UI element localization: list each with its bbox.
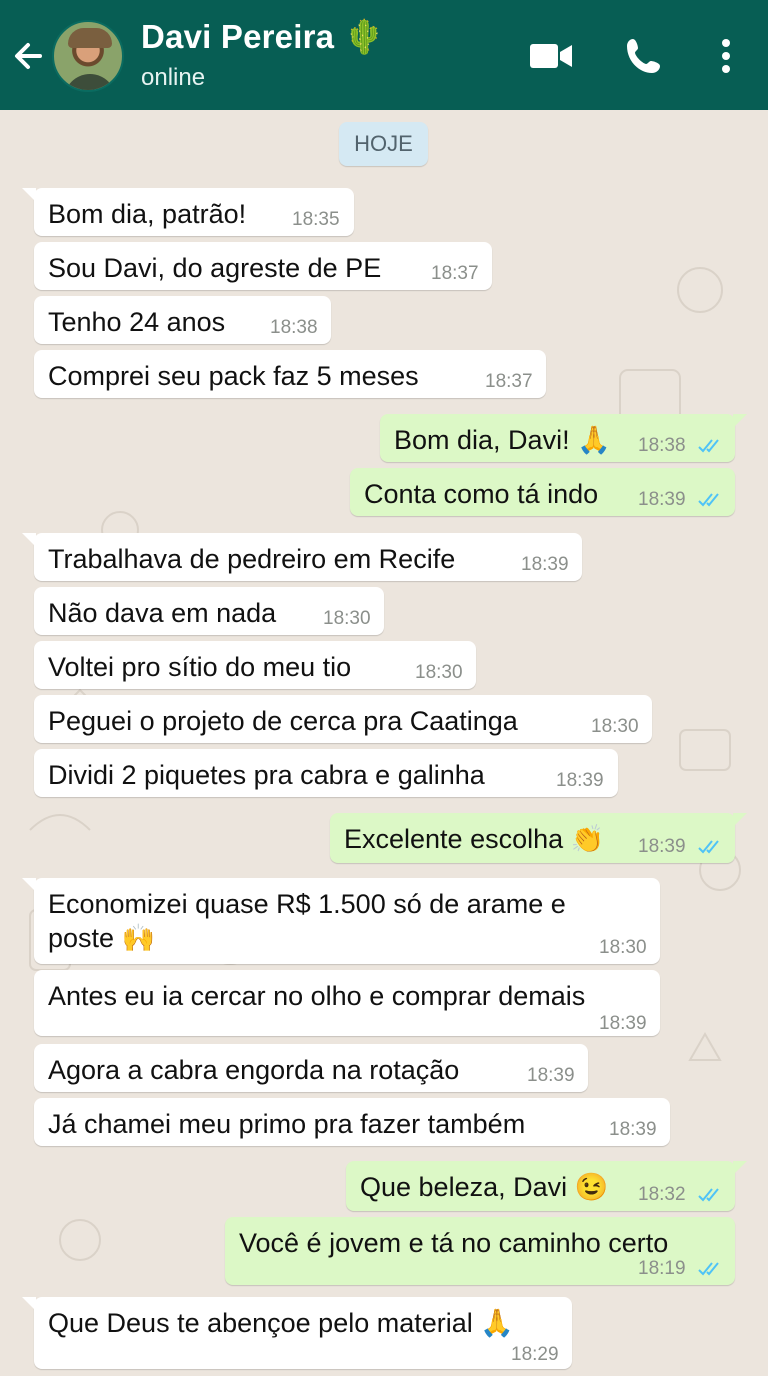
bubble-tail xyxy=(733,414,747,428)
message-time: 18:29 xyxy=(511,1344,559,1365)
message-time: 18:39 xyxy=(638,836,686,857)
message-bubble-outgoing[interactable]: Bom dia, Davi! 🙏 18:38 xyxy=(380,414,747,462)
message-time: 18:39 xyxy=(527,1065,575,1086)
message-bubble-incoming[interactable]: Peguei o projeto de cerca pra Caatinga 1… xyxy=(34,695,652,743)
message-text: Trabalhava de pedreiro em Recife xyxy=(48,544,456,574)
message-bubble-outgoing[interactable]: Conta como tá indo 18:39 xyxy=(350,468,735,516)
message-text: Não dava em nada xyxy=(48,598,277,628)
message-time: 18:39 xyxy=(609,1119,657,1140)
message-text: Você é jovem e tá no caminho certo xyxy=(239,1228,669,1258)
date-chip: HOJE xyxy=(339,122,428,166)
message-text: Voltei pro sítio do meu tio xyxy=(48,652,352,682)
message-text: Antes eu ia cercar no olho e comprar dem… xyxy=(48,981,586,1011)
message-time: 18:38 xyxy=(638,435,686,456)
bubble-tail xyxy=(733,813,747,827)
message-text: Excelente escolha 👏 xyxy=(344,824,605,854)
message-bubble-incoming[interactable]: Bom dia, patrão! 18:35 xyxy=(22,188,354,236)
message-time: 18:30 xyxy=(323,608,371,629)
double-check-icon xyxy=(698,493,719,507)
message-time: 18:30 xyxy=(415,662,463,683)
message-text: Dividi 2 piquetes pra cabra e galinha xyxy=(48,760,485,790)
message-time: 18:38 xyxy=(270,317,318,338)
double-check-icon xyxy=(698,1188,719,1202)
message-bubble-incoming[interactable]: Já chamei meu primo pra fazer também 18:… xyxy=(34,1098,670,1146)
message-time: 18:19 xyxy=(638,1258,686,1279)
message-text: Comprei seu pack faz 5 meses xyxy=(48,361,419,391)
message-bubble-incoming[interactable]: Antes eu ia cercar no olho e comprar dem… xyxy=(34,970,660,1036)
message-text: Que beleza, Davi 😉 xyxy=(360,1172,609,1202)
message-text: Tenho 24 anos xyxy=(48,307,226,337)
message-time: 18:37 xyxy=(431,263,479,284)
contact-status: online xyxy=(141,64,206,91)
message-text-line-1: Economizei quase R$ 1.500 só de arame e xyxy=(48,889,566,919)
phone-icon[interactable] xyxy=(624,36,664,76)
message-time: 18:39 xyxy=(521,554,569,575)
bubble-tail xyxy=(22,188,36,202)
message-text: Já chamei meu primo pra fazer também xyxy=(48,1109,526,1139)
message-bubble-incoming[interactable]: Dividi 2 piquetes pra cabra e galinha 18… xyxy=(34,749,618,797)
message-text: Agora a cabra engorda na rotação xyxy=(48,1055,460,1085)
message-bubble-outgoing[interactable]: Que beleza, Davi 😉 18:32 xyxy=(346,1161,747,1211)
bubble-tail xyxy=(22,878,36,892)
message-time: 18:30 xyxy=(591,716,639,737)
video-call-icon[interactable] xyxy=(528,36,574,76)
message-bubble-incoming[interactable]: Agora a cabra engorda na rotação 18:39 xyxy=(34,1044,588,1092)
avatar[interactable] xyxy=(52,20,124,92)
message-bubble-outgoing[interactable]: Excelente escolha 👏 18:39 xyxy=(330,813,747,863)
bubble-tail xyxy=(22,533,36,547)
message-bubble-incoming[interactable]: Que Deus te abençoe pelo material 🙏 18:2… xyxy=(22,1297,572,1369)
message-time: 18:35 xyxy=(292,209,340,230)
chat-header: Davi Pereira 🌵 online xyxy=(0,0,768,110)
contact-name[interactable]: Davi Pereira 🌵 xyxy=(141,18,385,57)
message-time: 18:37 xyxy=(485,371,533,392)
message-time: 18:39 xyxy=(638,489,686,510)
message-bubble-incoming[interactable]: Sou Davi, do agreste de PE 18:37 xyxy=(34,242,492,290)
message-bubble-incoming[interactable]: Comprei seu pack faz 5 meses 18:37 xyxy=(34,350,546,398)
message-text: Sou Davi, do agreste de PE xyxy=(48,253,382,283)
message-time: 18:32 xyxy=(638,1184,686,1205)
message-text: Peguei o projeto de cerca pra Caatinga xyxy=(48,706,518,736)
more-vertical-icon[interactable] xyxy=(716,36,736,76)
message-time: 18:39 xyxy=(599,1013,647,1034)
message-bubble-incoming[interactable]: Trabalhava de pedreiro em Recife 18:39 xyxy=(22,533,582,581)
bubble-tail xyxy=(733,1161,747,1175)
double-check-icon xyxy=(698,1262,719,1276)
bubble-tail xyxy=(22,1297,36,1311)
message-bubble-outgoing[interactable]: Você é jovem e tá no caminho certo 18:19 xyxy=(225,1217,735,1285)
message-time: 18:30 xyxy=(599,937,647,958)
message-text: Conta como tá indo xyxy=(364,479,599,509)
message-text: Bom dia, Davi! 🙏 xyxy=(394,425,611,455)
message-bubble-incoming[interactable]: Não dava em nada 18:30 xyxy=(34,587,384,635)
message-bubble-incoming[interactable]: Voltei pro sítio do meu tio 18:30 xyxy=(34,641,476,689)
message-time: 18:39 xyxy=(556,770,604,791)
double-check-icon xyxy=(698,439,719,453)
message-text-line-2: poste 🙌 xyxy=(48,923,156,953)
message-text: Bom dia, patrão! xyxy=(48,199,247,229)
message-bubble-incoming[interactable]: Tenho 24 anos 18:38 xyxy=(34,296,331,344)
double-check-icon xyxy=(698,840,719,854)
back-arrow-icon[interactable] xyxy=(10,36,50,76)
message-bubble-incoming[interactable]: Economizei quase R$ 1.500 só de arame e … xyxy=(22,878,660,964)
message-text: Que Deus te abençoe pelo material 🙏 xyxy=(48,1308,514,1338)
